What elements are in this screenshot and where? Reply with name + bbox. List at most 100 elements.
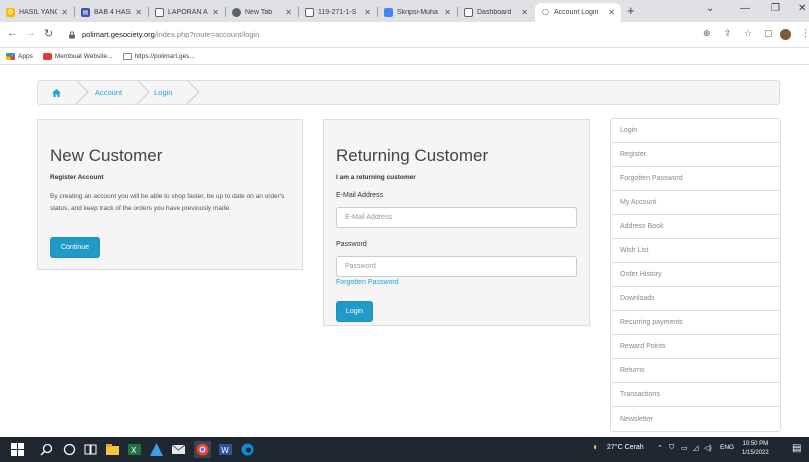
sidebar-item-login[interactable]: Login: [611, 119, 780, 143]
breadcrumb-account[interactable]: Account: [79, 81, 150, 104]
bookmark-star-icon[interactable]: ☆: [744, 28, 752, 39]
bookmark-membuat-website[interactable]: Membuat Website...: [42, 52, 113, 60]
sidebar-item-reward-points[interactable]: Reward Points: [611, 335, 780, 359]
google-icon: G: [6, 8, 15, 17]
svg-text:X: X: [131, 446, 137, 455]
tab-account-login[interactable]: ⎔ Account Login ✕: [535, 3, 621, 22]
tab-title: Account Login: [554, 9, 599, 16]
edge-icon[interactable]: [241, 443, 254, 456]
tab-hasil-yang[interactable]: G HASIL YANG ✕: [0, 3, 74, 22]
sidebar-item-forgotten-password[interactable]: Forgotten Password: [611, 167, 780, 191]
tab-search-icon[interactable]: ⌄: [706, 3, 714, 14]
weather-text[interactable]: 27°C Cerah: [607, 444, 644, 451]
returning-customer-heading: I am a returning customer: [336, 174, 416, 181]
tab-dashboard[interactable]: Dashboard ✕: [458, 3, 534, 22]
returning-customer-panel: Returning Customer I am a returning cust…: [323, 119, 590, 326]
sidebar-item-register[interactable]: Register: [611, 143, 780, 167]
close-icon[interactable]: ✕: [212, 8, 219, 17]
restore-icon[interactable]: ❐: [771, 3, 780, 14]
language-indicator[interactable]: ENG: [720, 444, 734, 451]
tab-title: New Tab: [245, 9, 273, 16]
file-explorer-icon[interactable]: [106, 443, 119, 456]
menu-kebab-icon[interactable]: ⋮: [801, 28, 809, 39]
clock[interactable]: 10:50 PM 1/15/2022: [742, 440, 769, 458]
minimize-icon[interactable]: —: [740, 3, 750, 14]
opencart-icon: ⎔: [541, 8, 550, 17]
app-icon[interactable]: [150, 443, 163, 456]
tab-skripsi[interactable]: Skripsi-Muha ✕: [378, 3, 457, 22]
address-bar[interactable]: polimart.gesociety.org /index.php?route=…: [68, 26, 718, 43]
close-icon[interactable]: ✕: [285, 8, 292, 17]
close-icon[interactable]: ✕: [444, 8, 451, 17]
reading-list-icon[interactable]: ▢: [764, 28, 773, 39]
sidebar-item-downloads[interactable]: Downloads: [611, 287, 780, 311]
sidebar-item-address-book[interactable]: Address Book: [611, 215, 780, 239]
tab-bab-4-hasil[interactable]: ▤ BAB 4 HASIL ✕: [75, 3, 148, 22]
password-field[interactable]: Password: [336, 256, 577, 277]
lock-icon: [69, 30, 75, 39]
wifi-icon[interactable]: ◿: [693, 444, 698, 452]
zoom-icon[interactable]: ⊕: [703, 28, 711, 39]
profile-avatar[interactable]: [780, 29, 791, 40]
new-tab-button[interactable]: +: [627, 3, 635, 18]
excel-icon[interactable]: X: [128, 443, 141, 456]
window-close-icon[interactable]: ✕: [798, 3, 806, 14]
register-account-heading: Register Account: [50, 174, 104, 181]
tray-chevron-icon[interactable]: ⌃: [657, 444, 663, 452]
share-icon[interactable]: ⇪: [724, 28, 732, 39]
bookmark-label: Apps: [18, 52, 33, 60]
continue-button[interactable]: Continue: [50, 237, 100, 258]
docs-icon: [384, 8, 393, 17]
notification-icon[interactable]: ▤: [792, 443, 801, 454]
tab-title: HASIL YANG: [19, 9, 58, 16]
breadcrumb-label: Login: [154, 88, 173, 97]
sidebar-item-transactions[interactable]: Transactions: [611, 383, 780, 407]
new-customer-panel: New Customer Register Account By creatin…: [37, 119, 303, 270]
chrome-taskbar-icon[interactable]: [194, 441, 211, 458]
tab-new-tab[interactable]: New Tab ✕: [226, 3, 298, 22]
tab-laporan[interactable]: LAPORAN AK ✕: [149, 3, 225, 22]
sidebar-item-returns[interactable]: Returns: [611, 359, 780, 383]
url-host: polimart.gesociety.org: [82, 30, 155, 39]
login-button[interactable]: Login: [336, 301, 373, 322]
breadcrumb-home[interactable]: [38, 81, 89, 104]
youtube-icon: [42, 52, 52, 60]
breadcrumb-login[interactable]: Login: [140, 81, 201, 104]
sidebar-item-order-history[interactable]: Order History: [611, 263, 780, 287]
forward-icon[interactable]: →: [25, 27, 36, 39]
bookmark-apps[interactable]: Apps: [6, 52, 33, 60]
apps-grid-icon: [6, 52, 15, 60]
battery-icon[interactable]: ▭: [681, 444, 688, 452]
back-icon[interactable]: ←: [7, 27, 18, 39]
sidebar-item-recurring-payments[interactable]: Recurring payments: [611, 311, 780, 335]
volume-icon[interactable]: ◁): [704, 444, 712, 452]
tab-title: BAB 4 HASIL: [94, 9, 131, 16]
bookmark-label: https://polimart.ges...: [134, 52, 195, 60]
globe-icon: [305, 8, 314, 17]
mail-icon[interactable]: [172, 443, 185, 456]
close-icon[interactable]: ✕: [61, 8, 68, 17]
account-sidebar: Login Register Forgotten Password My Acc…: [610, 118, 781, 432]
cortana-icon[interactable]: [63, 443, 76, 456]
sidebar-item-my-account[interactable]: My Account: [611, 191, 780, 215]
network-icon[interactable]: ⛉: [669, 444, 674, 452]
windows-start-icon[interactable]: [11, 443, 24, 456]
reload-icon[interactable]: ↻: [44, 27, 53, 40]
sidebar-item-newsletter[interactable]: Newsletter: [611, 407, 780, 431]
email-field[interactable]: E-Mail Address: [336, 207, 577, 228]
task-view-icon[interactable]: [84, 443, 97, 456]
browser-toolbar: ← → ↻ polimart.gesociety.org /index.php?…: [0, 22, 809, 48]
breadcrumb: Account Login: [37, 80, 780, 105]
tab-119-271[interactable]: 119-271-1-S ✕: [299, 3, 377, 22]
word-icon[interactable]: W: [219, 443, 232, 456]
close-icon[interactable]: ✕: [521, 8, 528, 17]
close-icon[interactable]: ✕: [364, 8, 371, 17]
weather-icon: ◐: [593, 442, 600, 453]
close-icon[interactable]: ✕: [135, 8, 142, 17]
close-icon[interactable]: ✕: [608, 8, 615, 17]
search-icon[interactable]: [40, 443, 53, 456]
bookmark-polimart[interactable]: https://polimart.ges...: [122, 52, 195, 60]
sidebar-item-wish-list[interactable]: Wish List: [611, 239, 780, 263]
clock-time: 10:50 PM: [742, 441, 769, 447]
forgotten-password-link[interactable]: Forgotten Password: [336, 279, 399, 286]
